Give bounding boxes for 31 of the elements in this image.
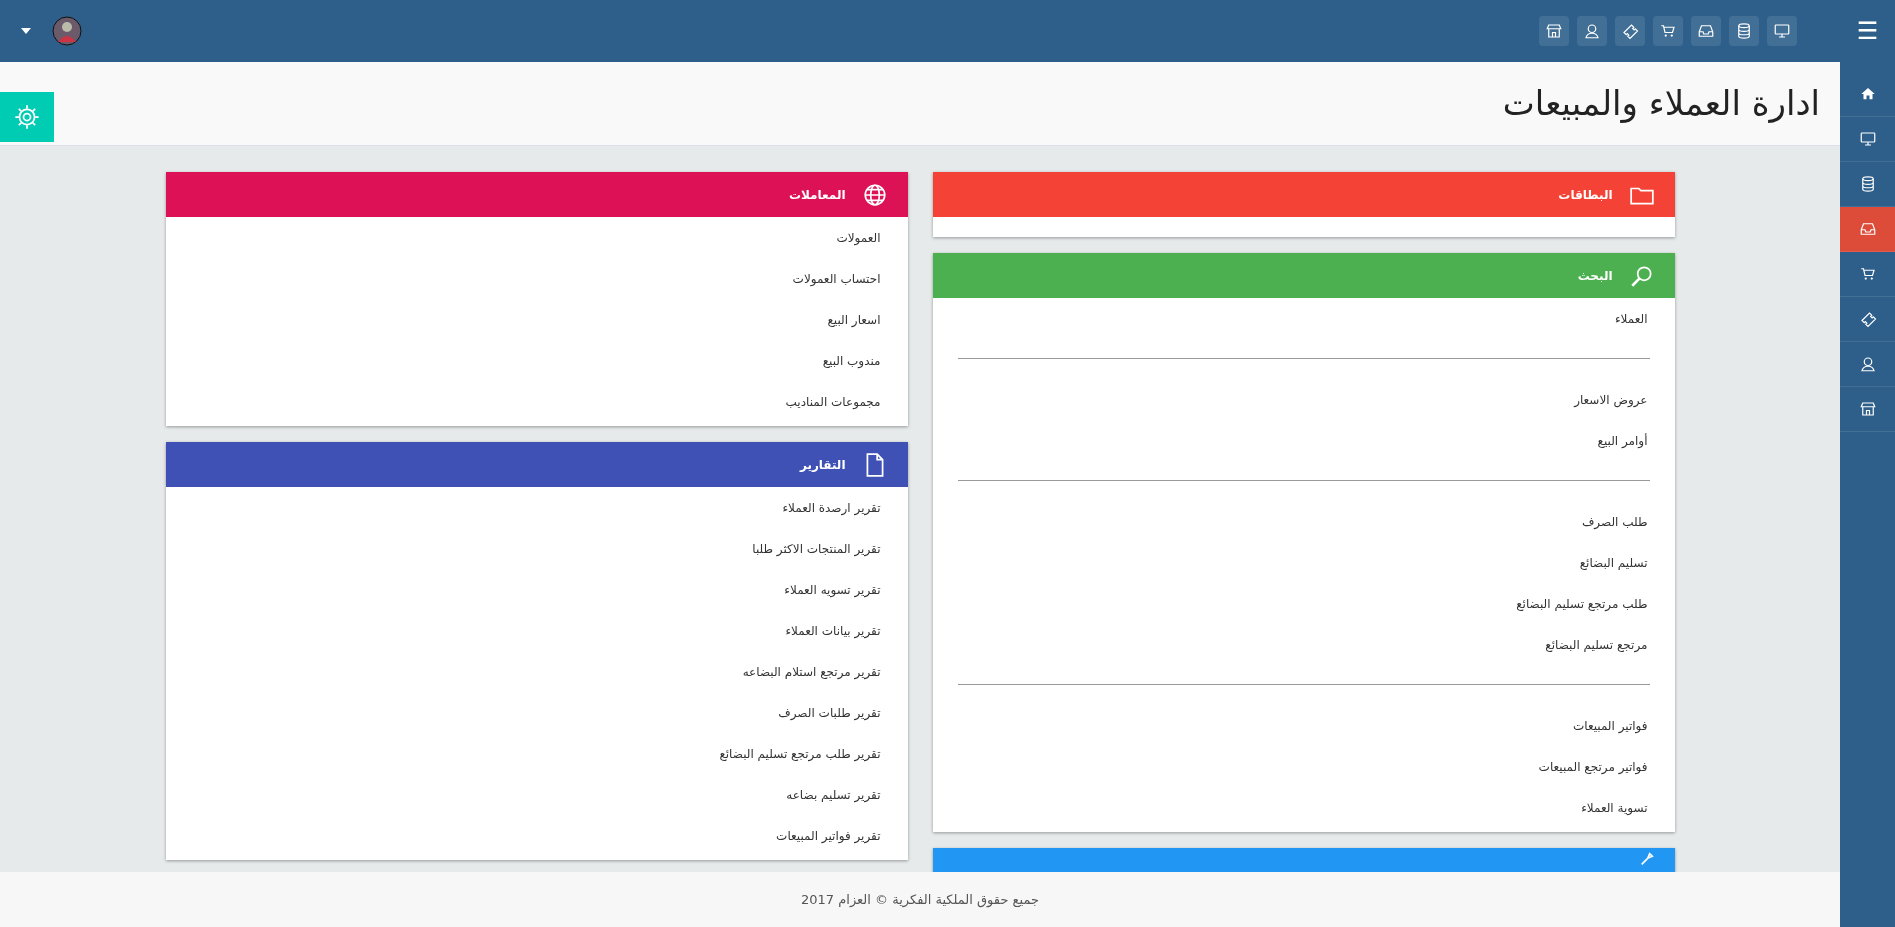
- menu-link[interactable]: تقرير تسليم بضاعه: [786, 785, 881, 804]
- menu-link[interactable]: تقرير طلبات الصرف: [778, 703, 881, 722]
- menu-link[interactable]: تقرير مرتجع استلام البضاعه: [742, 662, 881, 681]
- card-title: المعاملات: [788, 186, 846, 204]
- menu-link[interactable]: أوامر البيع: [1597, 431, 1648, 450]
- card-title: البحث: [1577, 267, 1613, 285]
- menu-link[interactable]: تقرير ارصدة العملاء: [782, 498, 881, 517]
- menu-button[interactable]: ☰: [1840, 15, 1895, 47]
- copyright-text: جميع حقوق الملكية الفكرية © العزام 2017: [801, 890, 1039, 910]
- menu-link[interactable]: مرتجع تسليم البضائع: [1545, 635, 1648, 654]
- card-title: التقارير: [799, 456, 846, 474]
- menu-link[interactable]: تقرير طلب مرتجع تسليم البضائع: [719, 744, 881, 763]
- menu-link[interactable]: تقرير تسويه العملاء: [784, 580, 881, 599]
- menu-link[interactable]: تقرير فواتير المبيعات: [776, 826, 881, 845]
- menu-link[interactable]: العملاء: [1614, 309, 1648, 328]
- menu-link[interactable]: مجموعات المناديب: [785, 392, 881, 411]
- menu-link[interactable]: فواتير مرتجع المبيعات: [1538, 757, 1648, 776]
- menu-link[interactable]: تسوية العملاء: [1581, 798, 1648, 817]
- page-title: ادارة العملاء والمبيعات: [1502, 82, 1820, 125]
- menu-link[interactable]: اسعار البيع: [827, 310, 881, 329]
- menu-link[interactable]: تقرير بيانات العملاء: [785, 621, 881, 640]
- menu-link[interactable]: مندوب البيع: [822, 351, 881, 370]
- menu-link[interactable]: فواتير المبيعات: [1572, 716, 1648, 735]
- card-title: البطاقات: [1558, 186, 1613, 204]
- menu-link[interactable]: احتساب العمولات: [792, 269, 881, 288]
- menu-link[interactable]: العمولات: [836, 228, 881, 247]
- menu-link[interactable]: طلب الصرف: [1581, 512, 1648, 531]
- menu-link[interactable]: طلب مرتجع تسليم البضائع: [1516, 594, 1648, 613]
- menu-link[interactable]: عروض الاسعار: [1574, 390, 1648, 409]
- menu-link[interactable]: تقرير المنتجات الاكثر طلبا: [752, 539, 881, 558]
- menu-link[interactable]: تسليم البضائع: [1579, 553, 1648, 572]
